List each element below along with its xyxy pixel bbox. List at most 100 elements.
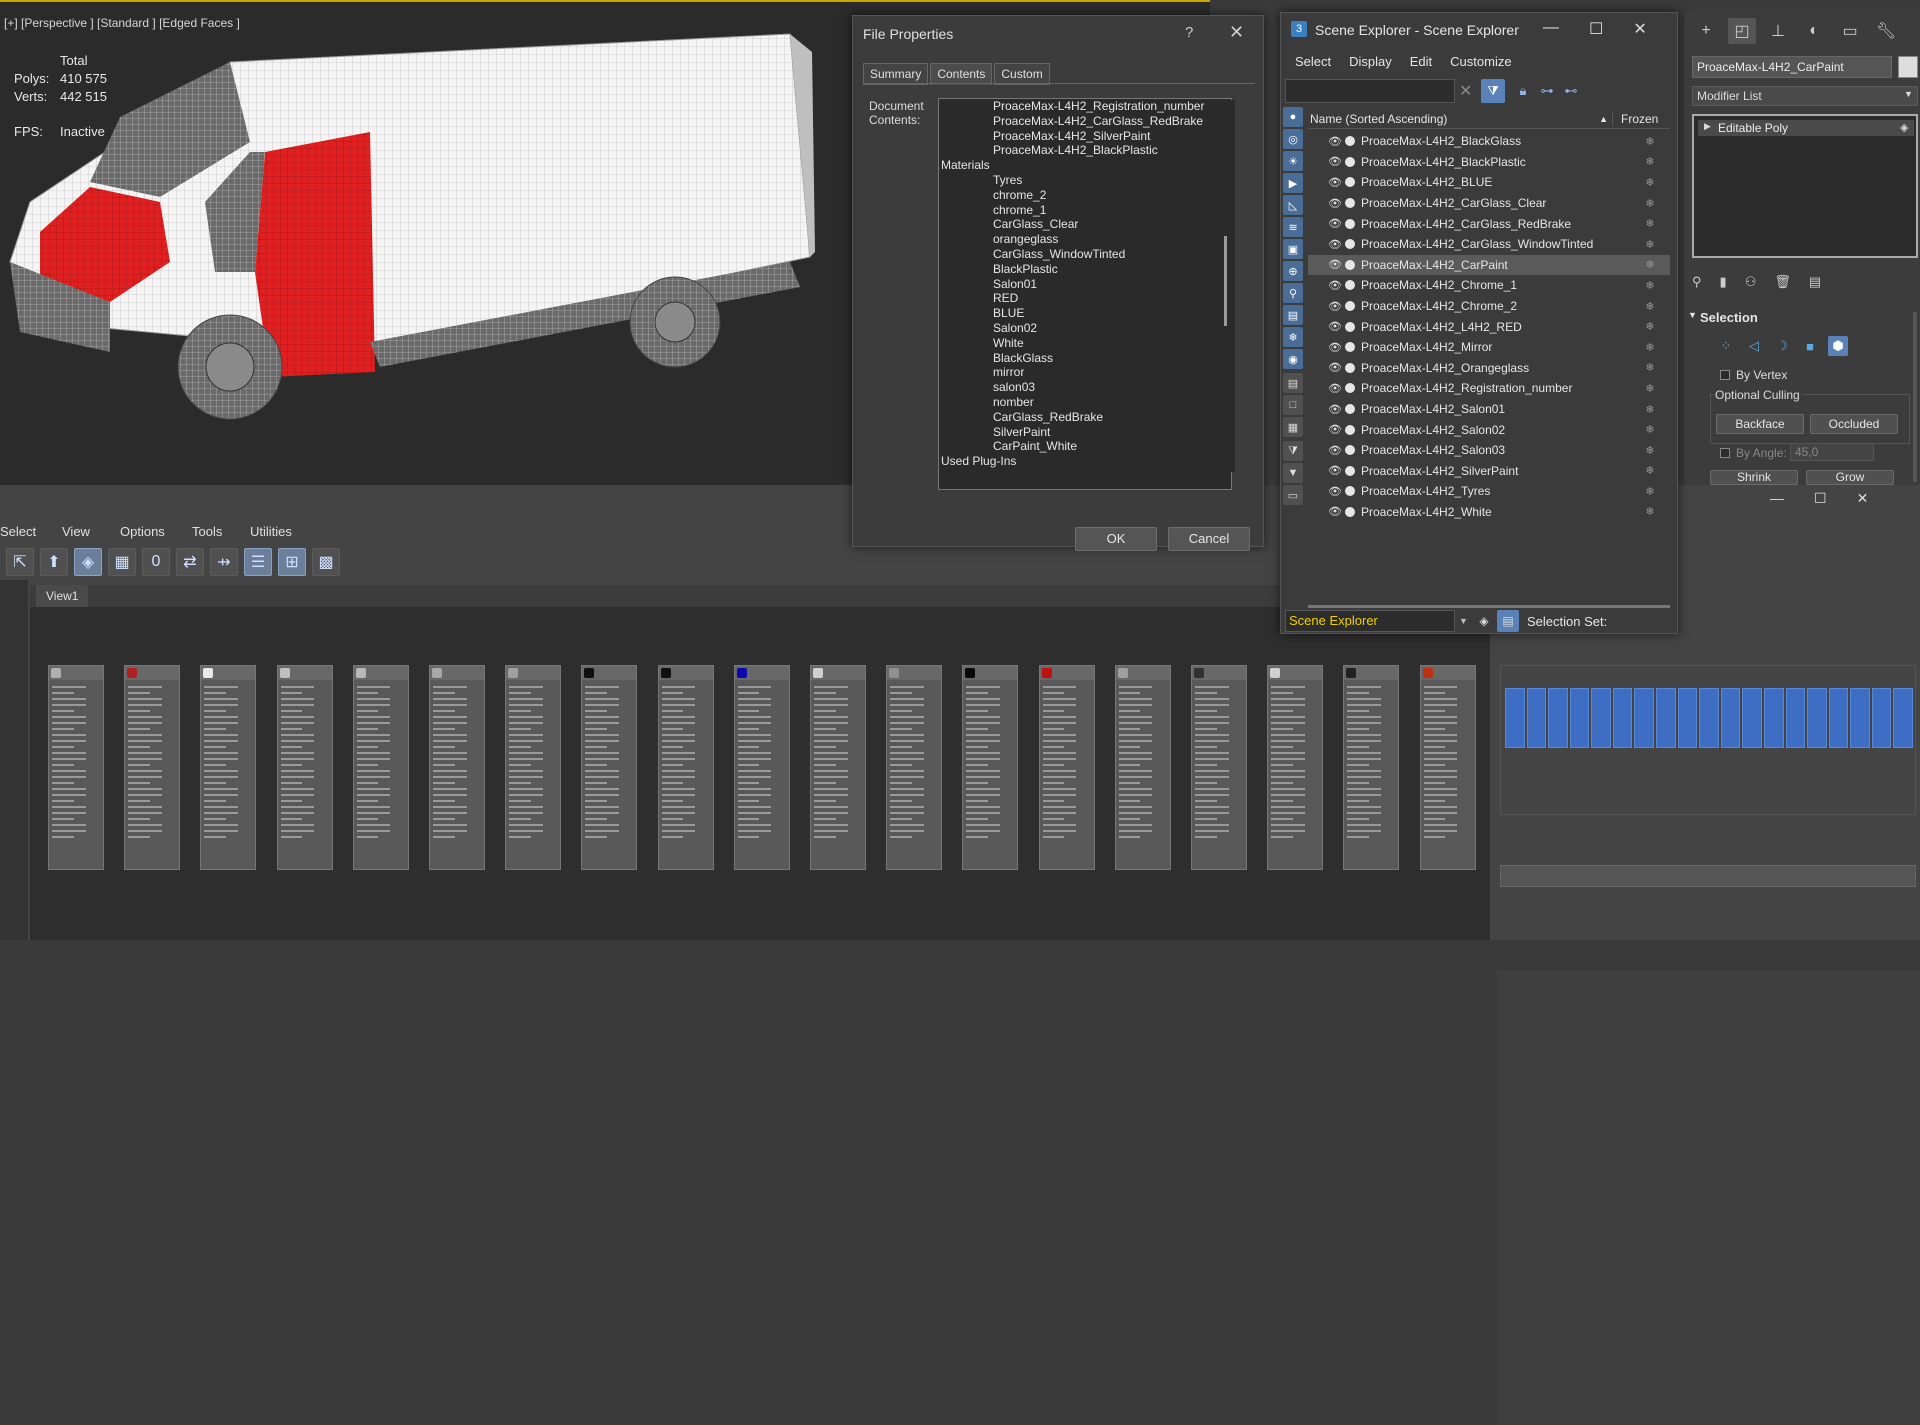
reset-icon[interactable]: 0 — [142, 548, 170, 576]
object-name-field[interactable]: ProaceMax-L4H2_CarPaint — [1692, 56, 1892, 78]
visibility-eye-icon[interactable]: 👁︎ — [1328, 320, 1342, 333]
material-node[interactable] — [1191, 665, 1247, 870]
contents-scrollbar[interactable] — [1219, 100, 1235, 472]
display-helpers-icon[interactable]: ◺ — [1283, 195, 1303, 215]
display-frozen-icon[interactable]: ❄ — [1283, 327, 1303, 347]
layout-all-icon[interactable]: ☰ — [244, 548, 272, 576]
display-geometry-icon[interactable]: ● — [1283, 107, 1303, 127]
visibility-eye-icon[interactable]: 👁︎ — [1328, 279, 1342, 292]
menu-display[interactable]: Display — [1349, 54, 1392, 69]
material-node[interactable] — [657, 665, 714, 870]
frozen-snowflake-icon[interactable]: ❄ — [1630, 403, 1670, 416]
display-cameras-icon[interactable]: ▶ — [1283, 173, 1303, 193]
visibility-eye-icon[interactable]: 👁︎ — [1328, 485, 1342, 498]
material-node[interactable] — [352, 665, 409, 870]
display-xrefs-icon[interactable]: ⊕ — [1283, 261, 1303, 281]
grow-button[interactable]: Grow — [1806, 470, 1894, 485]
expand-arrow-icon[interactable]: ▶ — [1704, 121, 1711, 132]
node-header[interactable] — [811, 666, 865, 680]
frozen-snowflake-icon[interactable]: ❄ — [1630, 176, 1670, 189]
column-frozen[interactable]: Frozen — [1612, 111, 1670, 126]
node-header[interactable] — [1420, 666, 1475, 680]
material-node[interactable] — [48, 665, 104, 870]
occluded-button[interactable]: Occluded — [1810, 414, 1898, 434]
funnel-icon[interactable]: ▼ — [1283, 463, 1303, 483]
display-lights-icon[interactable]: ☀ — [1283, 151, 1303, 171]
menu-options[interactable]: Options — [120, 524, 192, 539]
cancel-button[interactable]: Cancel — [1168, 527, 1250, 551]
list-item[interactable]: 👁︎ ProaceMax-L4H2_CarGlass_RedBrake ❄ — [1308, 213, 1670, 234]
material-node[interactable] — [429, 665, 485, 870]
command-panel-scrollbar[interactable] — [1913, 312, 1917, 482]
node-header[interactable] — [49, 666, 103, 680]
frozen-snowflake-icon[interactable]: ❄ — [1630, 258, 1670, 271]
node-header[interactable] — [353, 666, 408, 680]
tab-custom[interactable]: Custom — [994, 63, 1050, 85]
visibility-eye-icon[interactable]: 👁︎ — [1328, 135, 1342, 148]
tab-summary[interactable]: Summary — [863, 63, 929, 85]
menu-tools[interactable]: Tools — [192, 524, 250, 539]
frozen-snowflake-icon[interactable]: ❄ — [1630, 300, 1670, 313]
move-children-icon[interactable]: ⇄ — [176, 548, 204, 576]
pin-stack-icon[interactable]: ⚲ — [1692, 274, 1702, 290]
frozen-snowflake-icon[interactable]: ❄ — [1630, 382, 1670, 395]
make-unique-icon[interactable]: ⚇ — [1745, 274, 1757, 290]
node-header[interactable] — [277, 666, 332, 680]
edge-icon[interactable]: ◁ — [1744, 336, 1764, 356]
hierarchy-tab-icon[interactable]: ⊥ — [1764, 18, 1792, 44]
help-icon[interactable]: ? — [1185, 24, 1193, 41]
assign-material-icon[interactable]: ⬆ — [40, 548, 68, 576]
display-none-icon[interactable]: □ — [1283, 395, 1303, 415]
menu-select[interactable]: Select — [1295, 54, 1331, 69]
frozen-snowflake-icon[interactable]: ❄ — [1630, 505, 1670, 518]
node-header[interactable] — [1192, 666, 1246, 680]
frozen-snowflake-icon[interactable]: ❄ — [1630, 361, 1670, 374]
column-name[interactable]: Name (Sorted Ascending) — [1308, 112, 1599, 126]
node-header[interactable] — [887, 666, 942, 680]
visibility-eye-icon[interactable]: 👁︎ — [1328, 217, 1342, 230]
list-item[interactable]: 👁︎ ProaceMax-L4H2_CarPaint ❄ — [1308, 254, 1670, 276]
utilities-tab-icon[interactable]: 🔧︎ — [1872, 18, 1900, 44]
create-tab-icon[interactable]: + — [1692, 18, 1720, 44]
material-node[interactable] — [505, 665, 562, 870]
element-icon[interactable]: ⬢ — [1828, 336, 1848, 356]
menu-edit[interactable]: Edit — [1410, 54, 1432, 69]
list-item[interactable]: 👁︎ ProaceMax-L4H2_BlackGlass ❄ — [1308, 131, 1670, 152]
hide-unused-icon[interactable]: ▩ — [312, 548, 340, 576]
list-item[interactable]: 👁︎ ProaceMax-L4H2_Tyres ❄ — [1308, 481, 1670, 502]
tab-view1[interactable]: View1 — [36, 585, 89, 607]
node-header[interactable] — [125, 666, 180, 680]
remove-modifier-icon[interactable]: 🗑︎ — [1774, 274, 1791, 290]
list-item[interactable]: 👁︎ ProaceMax-L4H2_BLUE ❄ — [1308, 172, 1670, 193]
by-vertex-option[interactable]: By Vertex — [1720, 368, 1787, 382]
node-view[interactable] — [30, 607, 1490, 940]
node-header[interactable] — [430, 666, 484, 680]
visibility-eye-icon[interactable]: 👁︎ — [1328, 238, 1342, 251]
by-vertex-checkbox[interactable] — [1720, 370, 1730, 380]
list-item[interactable]: 👁︎ ProaceMax-L4H2_Chrome_1 ❄ — [1308, 275, 1670, 296]
horizontal-scrollbar[interactable] — [1308, 605, 1670, 608]
layer-hierarchy-icon[interactable]: ⊷ — [1559, 79, 1583, 103]
show-end-result-icon[interactable]: ▮ — [1720, 274, 1727, 290]
display-invert-icon[interactable]: ▦ — [1283, 417, 1303, 437]
frozen-snowflake-icon[interactable]: ❄ — [1630, 279, 1670, 292]
node-header[interactable] — [1268, 666, 1323, 680]
polygon-icon[interactable]: ■ — [1800, 336, 1820, 356]
material-node[interactable] — [1343, 665, 1400, 870]
material-node[interactable] — [276, 665, 333, 870]
menu-utilities[interactable]: Utilities — [250, 524, 306, 539]
visibility-eye-icon[interactable]: 👁︎ — [1328, 197, 1342, 210]
visibility-eye-icon[interactable]: 👁︎ — [1328, 341, 1342, 354]
modify-tab-icon[interactable]: ◰ — [1728, 18, 1756, 44]
visibility-eye-icon[interactable]: 👁︎ — [1328, 361, 1342, 374]
close-icon[interactable]: ✕ — [1857, 490, 1869, 507]
visibility-eye-icon[interactable]: 👁︎ — [1328, 464, 1342, 477]
list-item[interactable]: 👁︎ ProaceMax-L4H2_CarGlass_WindowTinted ❄ — [1308, 234, 1670, 255]
motion-tab-icon[interactable]: ◐ — [1800, 18, 1828, 44]
visibility-eye-icon[interactable]: 👁︎ — [1328, 300, 1342, 313]
frozen-snowflake-icon[interactable]: ❄ — [1630, 423, 1670, 436]
by-angle-checkbox[interactable] — [1720, 448, 1730, 458]
material-node[interactable] — [581, 665, 638, 870]
node-header[interactable] — [658, 666, 713, 680]
parameter-editor-field[interactable] — [1500, 865, 1916, 887]
